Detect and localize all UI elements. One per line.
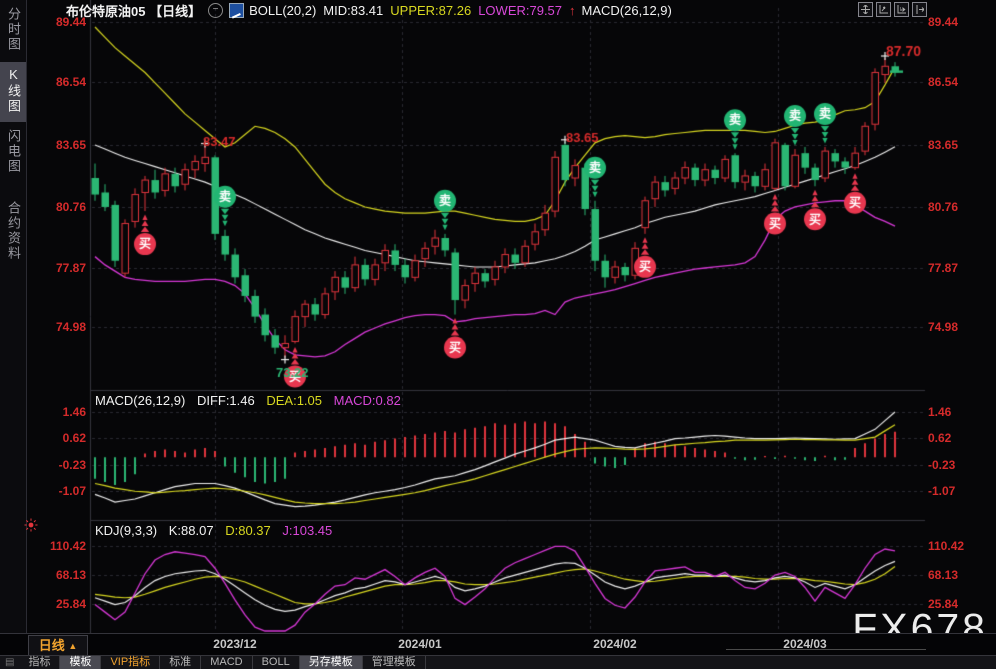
period-arrow-icon: ▲: [68, 641, 78, 651]
sidebar-tab-4[interactable]: 合约资料: [0, 196, 26, 269]
kdj-k-value: K:88.07: [168, 523, 214, 538]
axis-price-label: 86.54: [55, 75, 86, 89]
boll-mid-value: MID:83.41: [323, 2, 384, 18]
bottom-tab-1[interactable]: 指标: [19, 656, 61, 669]
axis-price-label: -1.07: [928, 484, 956, 498]
axis-price-label: 77.87: [928, 261, 959, 275]
axis-price-label: 0.62: [928, 431, 952, 445]
axis-price-label: 25.84: [928, 597, 959, 611]
macd-dea-value: DEA:1.05: [266, 393, 323, 408]
candlestick-chart-canvas[interactable]: [0, 0, 996, 669]
axis-price-label: 0.62: [62, 431, 86, 445]
axis-price-label: 89.44: [928, 15, 959, 29]
boll-upper-value: UPPER:87.26: [390, 2, 472, 18]
mini-chart-icon[interactable]: [229, 2, 245, 18]
axis-price-label: -1.07: [58, 484, 86, 498]
bottom-tab-5[interactable]: MACD: [201, 656, 253, 669]
bottom-tab-8[interactable]: 管理模板: [363, 656, 426, 669]
axis-price-label: -0.23: [58, 458, 86, 472]
bottom-tab-2[interactable]: 模板: [60, 656, 102, 669]
period-label: 日线: [38, 638, 65, 653]
pan-move-icon[interactable]: [858, 2, 873, 17]
macd-panel-title: MACD(26,12,9) DIFF:1.46 DEA:1.05 MACD:0.…: [95, 393, 409, 408]
indicator-alert-sun-icon[interactable]: [24, 518, 38, 537]
axis-price-label: 83.65: [928, 138, 959, 152]
axis-price-label: 110.42: [928, 539, 965, 553]
axis-price-label: 80.76: [928, 200, 959, 214]
bottom-tab-3[interactable]: VIP指标: [101, 656, 161, 669]
date-axis-label: 2024/02: [593, 637, 637, 651]
axis-price-label: 77.87: [55, 261, 86, 275]
macd-macd-value: MACD:0.82: [333, 393, 401, 408]
chart-header: 布伦特原油05 【日线】 − BOLL(20,2) MID:83.41 UPPE…: [66, 1, 679, 19]
bottom-tab-4[interactable]: 标准: [160, 656, 202, 669]
sidebar-tab-label: 分时图: [6, 7, 21, 52]
bottom-tab-6[interactable]: BOLL: [253, 656, 300, 669]
sidebar-tab-2[interactable]: K线图: [0, 62, 26, 122]
period-selector[interactable]: 日线 ▲: [28, 635, 88, 656]
axis-play-icon[interactable]: [894, 2, 909, 17]
axis-price-label: 74.98: [928, 320, 959, 334]
chart-type-sidebar: 分时图 K线图闪电图合约资料: [0, 0, 27, 633]
axis-zoom-icon[interactable]: [876, 2, 891, 17]
sidebar-tab-3[interactable]: 闪电图: [0, 124, 26, 182]
axis-price-label: -0.23: [928, 458, 956, 472]
chart-toolbar: [855, 2, 927, 17]
axis-price-label: 74.98: [55, 320, 86, 334]
axis-price-label: 68.13: [55, 568, 86, 582]
sidebar-tab-label: 闪电图: [6, 129, 21, 174]
collapse-minus-icon[interactable]: −: [208, 2, 224, 18]
up-arrow-icon: ↑: [569, 2, 576, 18]
axis-price-label: 110.42: [49, 539, 86, 553]
sidebar-tab-1[interactable]: 分时图: [0, 2, 26, 60]
instrument-title: 布伦特原油05 【日线】: [66, 3, 202, 19]
boll-indicator-label: BOLL(20,2): [249, 2, 317, 18]
indicator-tab-bar: ▤ 指标 模板 VIP指标 标准 MACD BOLL 另存模板 管理模板: [0, 655, 996, 669]
macd-title: MACD(26,12,9): [95, 393, 186, 408]
date-axis-label: 2024/01: [398, 637, 442, 651]
axis-price-label: 68.13: [928, 568, 959, 582]
macd-params-label: MACD(26,12,9): [581, 2, 672, 18]
axis-price-label: 80.76: [55, 200, 86, 214]
shift-right-icon[interactable]: [912, 2, 927, 17]
kdj-d-value: D:80.37: [225, 523, 271, 538]
sidebar-tab-label: K线图: [6, 67, 21, 114]
macd-diff-value: DIFF:1.46: [196, 393, 255, 408]
date-axis-row: 日线 ▲ 2023/12 2024/01 2024/02 2024/03: [0, 633, 996, 656]
axis-price-label: 83.65: [55, 138, 86, 152]
axis-price-label: 1.46: [928, 405, 952, 419]
boll-lower-value: LOWER:79.57: [478, 2, 563, 18]
trading-app-window: 分时图 K线图闪电图合约资料 布伦特原油05 【日线】 − BOLL(20,2) …: [0, 0, 996, 669]
sidebar-tab-label: 合约资料: [6, 201, 21, 261]
axis-price-label: 86.54: [928, 75, 959, 89]
date-axis-label: 2024/03: [783, 637, 827, 651]
bottom-tab-7[interactable]: 另存模板: [299, 656, 363, 669]
grid-menu-icon[interactable]: ▤: [0, 656, 19, 669]
axis-price-label: 1.46: [62, 405, 86, 419]
kdj-panel-title: KDJ(9,3,3) K:88.07 D:80.37 J:103.45: [95, 523, 340, 538]
kdj-title: KDJ(9,3,3): [95, 523, 158, 538]
kdj-j-value: J:103.45: [282, 523, 333, 538]
axis-price-label: 25.84: [55, 597, 86, 611]
date-axis-label: 2023/12: [213, 637, 257, 651]
